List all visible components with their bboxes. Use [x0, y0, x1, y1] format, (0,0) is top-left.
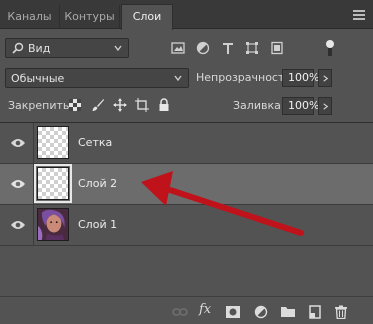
lock-all-icon[interactable]	[157, 98, 171, 112]
row-divider	[33, 164, 34, 205]
chevron-right-icon	[323, 75, 329, 82]
chevron-down-icon	[114, 45, 122, 52]
eye-icon[interactable]	[10, 137, 26, 149]
search-icon	[12, 42, 24, 54]
smart-object-filter-icon[interactable]	[270, 41, 284, 55]
layer-name[interactable]: Слой 1	[78, 218, 117, 231]
filter-label: Вид	[28, 42, 51, 55]
layers-list: Сетка Слой 2 Слой 1	[0, 122, 373, 284]
layer-row[interactable]: Слой 1	[0, 205, 373, 246]
eye-icon[interactable]	[10, 178, 26, 190]
filter-toggle-icon[interactable]	[325, 38, 335, 58]
lock-transparent-pixels-icon[interactable]	[68, 98, 82, 112]
fill-dropdown[interactable]	[318, 97, 332, 115]
layer-row[interactable]: Сетка	[0, 123, 373, 164]
new-layer-icon[interactable]	[307, 305, 323, 319]
layer-thumbnail	[37, 126, 69, 159]
blend-mode-label: Обычные	[11, 72, 65, 85]
opacity-dropdown[interactable]	[318, 69, 332, 87]
opacity-label: Непрозрачность:	[196, 71, 295, 84]
tab-paths[interactable]: Контуры	[60, 5, 120, 29]
eye-icon[interactable]	[10, 219, 26, 231]
adjustment-layer-icon[interactable]	[253, 305, 269, 319]
layer-filter-select[interactable]: Вид	[5, 38, 129, 58]
tab-layers[interactable]: Слои	[121, 4, 173, 30]
folder-icon[interactable]	[280, 305, 296, 319]
chevron-down-icon	[174, 75, 182, 82]
row-divider	[33, 205, 34, 246]
tab-bar: Каналы Контуры Слои	[0, 0, 373, 30]
panel-menu-icon[interactable]	[353, 10, 365, 20]
row-divider	[33, 123, 34, 164]
chevron-right-icon	[323, 103, 329, 110]
lock-position-icon[interactable]	[113, 98, 127, 112]
layer-name[interactable]: Слой 2	[78, 177, 117, 190]
link-icon[interactable]	[172, 305, 188, 319]
fx-icon[interactable]: fx	[199, 302, 217, 317]
blend-mode-select[interactable]: Обычные	[5, 68, 189, 88]
tab-channels[interactable]: Каналы	[0, 5, 60, 29]
layer-name[interactable]: Сетка	[78, 136, 112, 149]
fill-field[interactable]: 100%	[282, 97, 319, 115]
layer-thumbnail	[34, 164, 72, 203]
mask-icon[interactable]	[225, 305, 241, 319]
shape-filter-icon[interactable]	[245, 41, 259, 55]
layer-row-selected[interactable]: Слой 2	[0, 164, 373, 205]
lock-label: Закрепить:	[8, 99, 74, 112]
image-filter-icon[interactable]	[171, 41, 185, 55]
adjustment-filter-icon[interactable]	[196, 41, 210, 55]
lock-artboard-icon[interactable]	[135, 98, 149, 112]
fill-label: Заливка:	[233, 99, 285, 112]
lock-image-pixels-icon[interactable]	[91, 98, 105, 112]
layers-panel: Каналы Контуры Слои Вид Обычные Непрозра…	[0, 0, 373, 324]
photo-thumbnail	[37, 208, 69, 241]
type-filter-icon[interactable]	[221, 41, 235, 55]
opacity-field[interactable]: 100%	[282, 69, 319, 87]
trash-icon[interactable]	[333, 305, 349, 319]
